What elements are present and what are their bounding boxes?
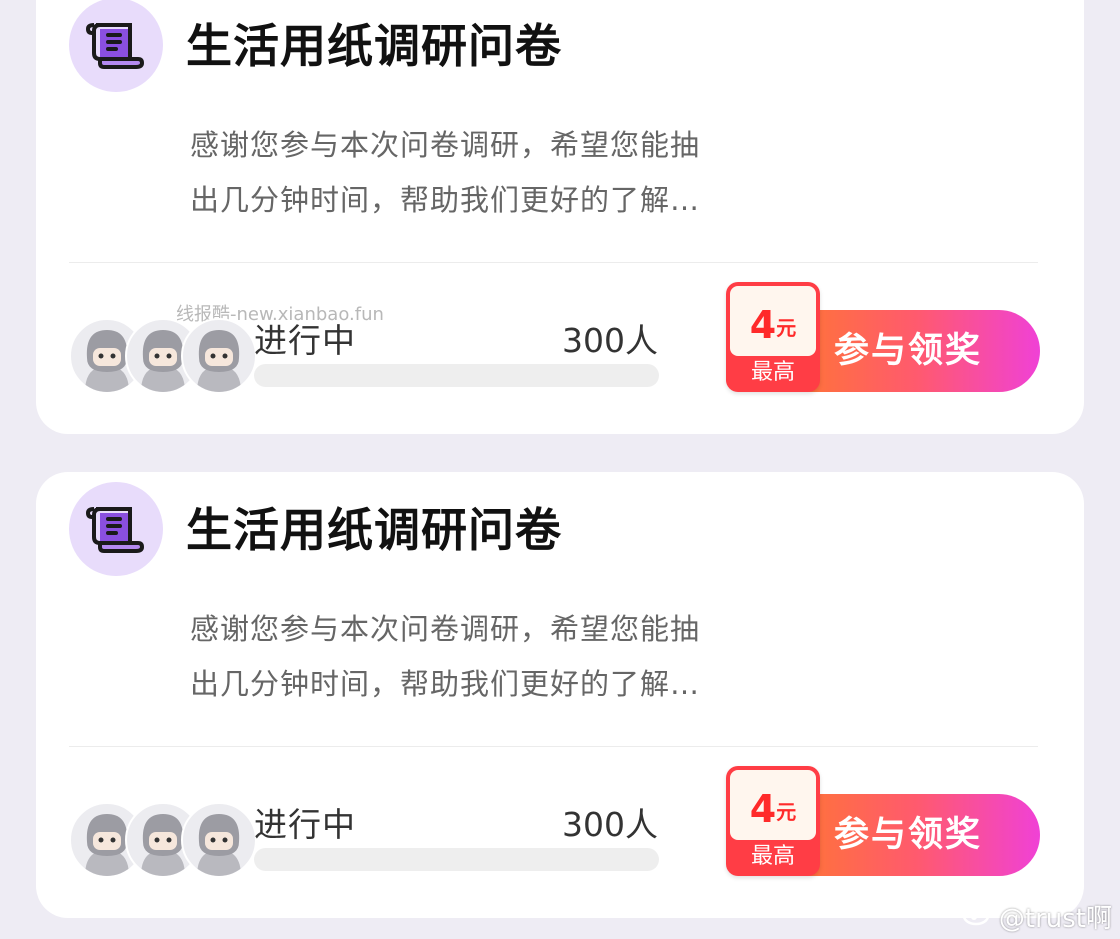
weibo-icon xyxy=(962,900,993,933)
join-reward-button[interactable]: 参与领奖 4元 最高 xyxy=(726,766,1040,878)
avatar xyxy=(181,802,257,878)
cta-label: 参与领奖 xyxy=(834,331,983,371)
reward-value: 4元 xyxy=(730,770,816,840)
reward-caption: 最高 xyxy=(750,844,795,869)
survey-description: 感谢您参与本次问卷调研，希望您能抽 出几分钟时间，帮助我们更好的了解… xyxy=(190,118,770,228)
survey-card[interactable]: 生活用纸调研问卷 感谢您参与本次问卷调研，希望您能抽 出几分钟时间，帮助我们更好… xyxy=(36,0,1084,434)
reward-badge: 4元 最高 xyxy=(726,282,820,392)
reward-value: 4元 xyxy=(730,286,816,356)
participant-avatars xyxy=(69,318,257,394)
avatar xyxy=(181,318,257,394)
progress-bar xyxy=(254,364,659,387)
divider xyxy=(69,746,1038,747)
status-text: 进行中 xyxy=(254,321,356,360)
participant-count: 300人 xyxy=(562,321,658,360)
divider xyxy=(69,262,1038,263)
participant-avatars xyxy=(69,802,257,878)
weibo-handle: @trust啊 xyxy=(998,903,1112,934)
reward-amount: 4 xyxy=(749,303,777,347)
reward-caption: 最高 xyxy=(750,360,795,385)
progress-bar xyxy=(254,848,659,871)
description-line: 感谢您参与本次问卷调研，希望您能抽 xyxy=(190,128,701,162)
survey-description: 感谢您参与本次问卷调研，希望您能抽 出几分钟时间，帮助我们更好的了解… xyxy=(190,602,770,712)
participant-count: 300人 xyxy=(562,805,658,844)
reward-amount: 4 xyxy=(749,787,777,831)
scroll-icon xyxy=(69,0,163,92)
survey-title: 生活用纸调研问卷 xyxy=(186,503,562,557)
description-line: 出几分钟时间，帮助我们更好的了解… xyxy=(190,183,701,217)
survey-card[interactable]: 生活用纸调研问卷 感谢您参与本次问卷调研，希望您能抽 出几分钟时间，帮助我们更好… xyxy=(36,472,1084,918)
cta-label: 参与领奖 xyxy=(834,815,983,855)
scroll-icon xyxy=(69,482,163,576)
reward-unit: 元 xyxy=(776,800,797,824)
weibo-watermark: @trust啊 xyxy=(962,899,1112,934)
survey-title: 生活用纸调研问卷 xyxy=(186,19,562,73)
reward-badge: 4元 最高 xyxy=(726,766,820,876)
join-reward-button[interactable]: 参与领奖 4元 最高 xyxy=(726,282,1040,394)
description-line: 出几分钟时间，帮助我们更好的了解… xyxy=(190,667,701,701)
reward-unit: 元 xyxy=(776,316,797,340)
description-line: 感谢您参与本次问卷调研，希望您能抽 xyxy=(190,612,701,646)
status-text: 进行中 xyxy=(254,805,356,844)
